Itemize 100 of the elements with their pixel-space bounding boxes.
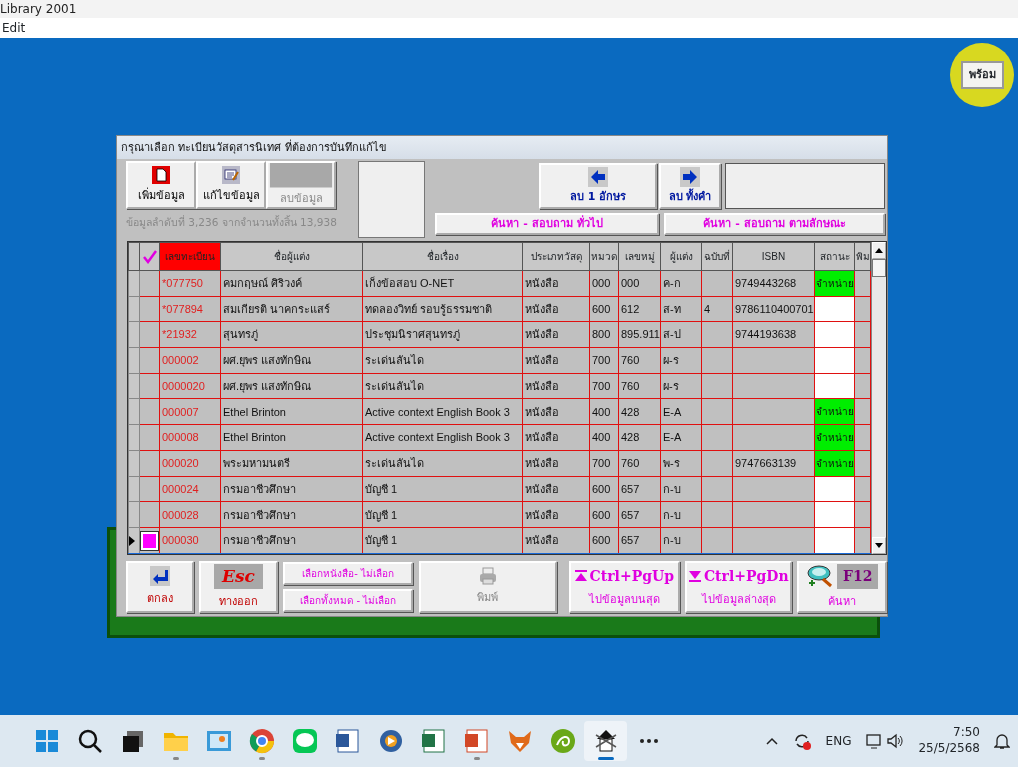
window-title: Library 2001: [0, 0, 1018, 18]
table-cell: 400: [589, 424, 619, 451]
table-cell: ระเด่นลันได: [362, 450, 523, 477]
table-cell: 000008: [159, 424, 221, 451]
table-cell: ประชุมนิราศสุนทรภู่: [362, 321, 523, 348]
action-button[interactable]: Esc ทางออก: [198, 561, 279, 613]
scroll-up-button[interactable]: [872, 242, 886, 259]
search-button[interactable]: ค้นหา - สอบถาม ทั่วไป: [435, 213, 659, 235]
document-icon: [151, 165, 171, 186]
table-cell: 800: [589, 321, 619, 348]
table-cell: [701, 450, 733, 477]
action-button[interactable]: ตกลง: [126, 561, 194, 613]
table-cell: กรมอาชีวศึกษา: [220, 501, 363, 528]
row-marker[interactable]: [141, 531, 158, 550]
table-cell: 760: [618, 450, 661, 477]
table-cell: บัญชี 1: [362, 476, 523, 502]
column-header[interactable]: เลขหมู่: [618, 242, 661, 271]
search-field[interactable]: [725, 163, 885, 209]
column-header[interactable]: ฉบับที่: [701, 242, 733, 271]
table-cell: คมกฤษณ์ ศิริวงค์: [220, 270, 363, 297]
table-cell: สุนทรภู่: [220, 321, 363, 348]
table-cell: 600: [589, 501, 619, 528]
key-label: Esc: [214, 563, 263, 589]
column-header[interactable]: ชื่อเรื่อง: [362, 242, 523, 271]
table-cell: ก-บ: [660, 476, 702, 502]
table-cell: [701, 373, 733, 399]
toolbar-button[interactable]: เพิ่มข้อมูล: [126, 161, 196, 209]
taskbar-button[interactable]: [584, 721, 627, 761]
blank-image-icon: [268, 163, 334, 188]
left-arrow-icon: [588, 166, 608, 187]
table-cell: Active context English Book 3: [362, 424, 523, 451]
scroll-down-button[interactable]: [872, 537, 886, 554]
checkmark-icon: [142, 250, 157, 265]
table-cell: [701, 347, 733, 374]
table-cell: 4: [701, 296, 733, 322]
table-cell: พ-ร: [660, 450, 702, 477]
select-button[interactable]: เลือกหนังสือ- ไม่เลือก: [283, 562, 414, 585]
table-cell: 612: [618, 296, 661, 322]
table-cell: กรมอาชีวศึกษา: [220, 527, 363, 554]
column-header[interactable]: สถานะ: [814, 242, 855, 271]
table-cell: Ethel Brinton: [220, 424, 363, 451]
erase-button[interactable]: ลบ 1 อักษร: [539, 163, 657, 209]
table-cell: 000024: [159, 476, 221, 502]
table-cell: Ethel Brinton: [220, 398, 363, 425]
action-button[interactable]: Ctrl+PgUp ไปข้อมูลบนสุด: [568, 561, 680, 613]
table-cell: หนังสือ: [522, 347, 590, 374]
table-cell: 000020: [159, 450, 221, 477]
clock-time[interactable]: 7:50: [953, 725, 980, 741]
language-indicator[interactable]: ENG: [825, 732, 852, 750]
dialog-title: กรุณาเลือก ทะเบียนวัสดุสารนิเทศ ที่ต้องการบันทึกแก้ไข: [117, 136, 887, 159]
table-cell: หนังสือ: [522, 296, 590, 322]
table-cell: Active context English Book 3: [362, 398, 523, 425]
table-cell: *077750: [159, 270, 221, 297]
bottom-arrow-icon: [688, 570, 701, 583]
column-header[interactable]: ISBN: [732, 242, 815, 271]
select-button[interactable]: เลือกทั้งหมด - ไม่เลือก: [283, 589, 414, 612]
status-label: พร้อม: [960, 60, 1004, 90]
table-cell: ส-ท: [660, 296, 702, 322]
top-arrow-icon: [574, 570, 587, 583]
action-button[interactable]: F12 ค้นหา: [797, 561, 887, 613]
circle-logo-icon: [247, 727, 276, 755]
menu-item[interactable]: Edit: [2, 18, 26, 38]
column-header[interactable]: ชื่อผู้แต่ง: [220, 242, 363, 271]
column-header[interactable]: ประเภทวัสดุ: [522, 242, 590, 271]
table-cell: 428: [618, 424, 661, 451]
column-header[interactable]: เลขทะเบียน: [159, 242, 221, 271]
table-cell: ผ-ร: [660, 347, 702, 374]
toolbar-button[interactable]: แก้ไขข้อมูล: [196, 161, 266, 209]
erase-button[interactable]: ลบ ทั้งคำ: [659, 163, 721, 209]
table-cell: 600: [589, 476, 619, 502]
table-cell: 760: [618, 347, 661, 374]
table-cell: [701, 476, 733, 502]
table-cell: บัญชี 1: [362, 501, 523, 528]
monitor-icon[interactable]: [865, 732, 884, 750]
chevron-up-icon[interactable]: [765, 737, 778, 745]
speaker-icon[interactable]: [886, 732, 905, 750]
table-cell: 657: [618, 501, 661, 528]
table-cell: 000030: [159, 527, 221, 554]
scrollbar[interactable]: [871, 242, 886, 554]
column-header[interactable]: หมวด: [589, 242, 619, 271]
table-cell: *077894: [159, 296, 221, 322]
action-button[interactable]: Ctrl+PgDn ไปข้อมูลล่างสุด: [685, 561, 793, 613]
table-cell: 700: [589, 373, 619, 399]
table-cell: [701, 424, 733, 451]
search-button[interactable]: ค้นหา - สอบถาม ตามลักษณะ: [664, 213, 885, 235]
table-cell: กรมอาชีวศึกษา: [220, 476, 363, 502]
clock-date[interactable]: 25/5/2568: [918, 741, 980, 757]
down-arrow-icon: [875, 543, 883, 548]
table-cell: 400: [589, 398, 619, 425]
right-arrow-icon: [680, 166, 700, 187]
scroll-thumb[interactable]: [872, 259, 886, 277]
swirl-icon: [548, 727, 577, 755]
table-cell: 657: [618, 476, 661, 502]
bell-icon[interactable]: [994, 732, 1010, 750]
more-icon: [639, 739, 658, 743]
key-label: F12: [837, 563, 879, 589]
column-header[interactable]: ผู้แต่ง: [660, 242, 702, 271]
table-cell: 9747663139: [732, 450, 815, 477]
table-cell: [701, 270, 733, 297]
table-cell: 600: [589, 527, 619, 554]
